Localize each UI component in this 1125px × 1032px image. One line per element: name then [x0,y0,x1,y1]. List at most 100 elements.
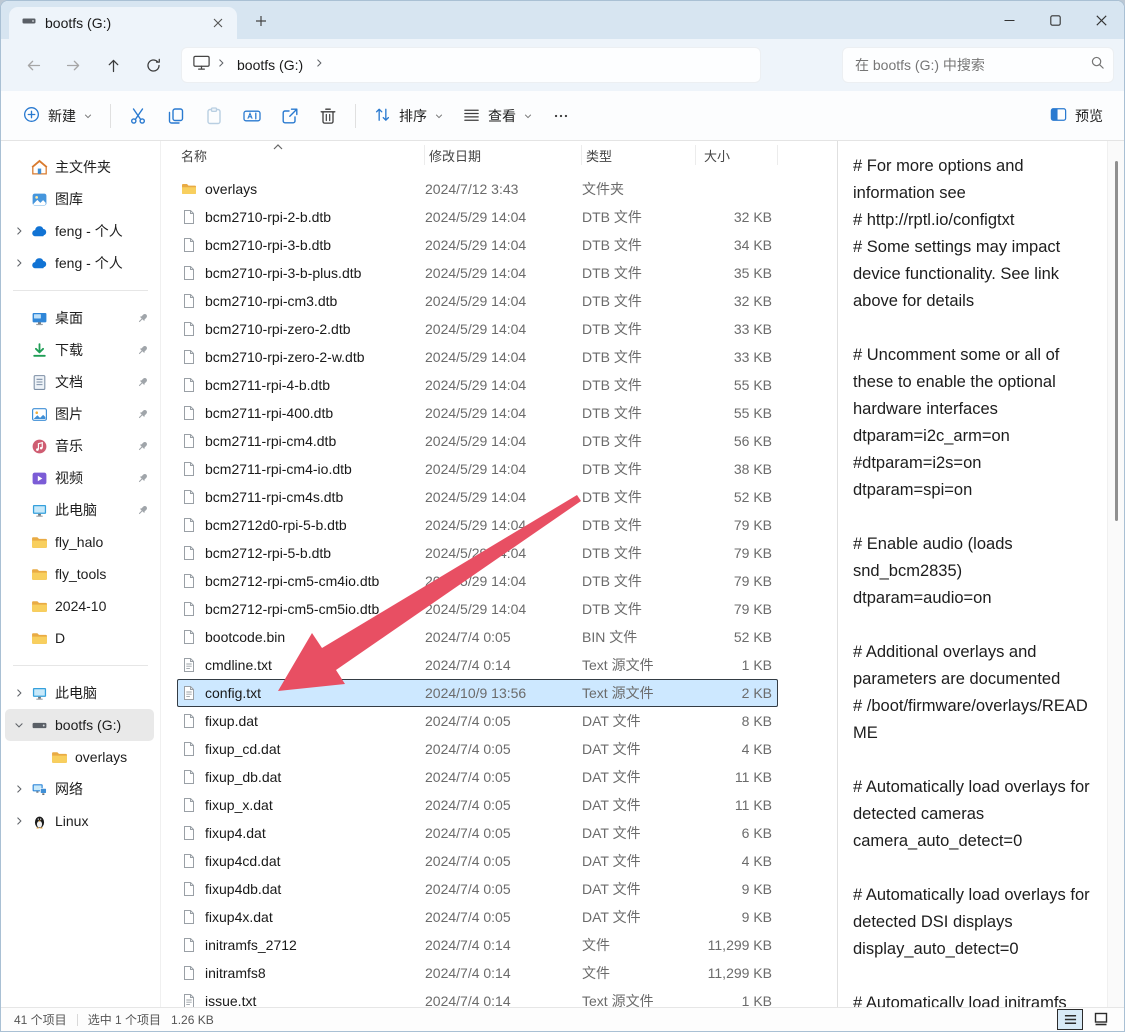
new-tab-button[interactable] [247,7,275,35]
more-button[interactable] [542,98,580,134]
delete-button[interactable] [309,98,347,134]
file-row[interactable]: config.txt2024/10/9 13:56Text 源文件2 KB [177,679,778,707]
column-header-date[interactable]: 修改日期 [425,145,582,165]
share-button[interactable] [271,98,309,134]
search-icon[interactable] [1090,55,1105,75]
file-row[interactable]: issue.txt2024/7/4 0:14Text 源文件1 KB [177,987,778,1007]
file-row[interactable]: bcm2710-rpi-zero-2-w.dtb2024/5/29 14:04D… [177,343,778,371]
sidebar-item-gallery[interactable]: 图库 [5,183,154,215]
file-row[interactable]: fixup4db.dat2024/7/4 0:05DAT 文件9 KB [177,875,778,903]
chevron-right-icon[interactable] [9,783,29,795]
close-button[interactable] [1078,1,1124,39]
breadcrumb[interactable]: bootfs (G:) [181,47,761,83]
paste-button[interactable] [195,98,233,134]
file-row[interactable]: bootcode.bin2024/7/4 0:05BIN 文件52 KB [177,623,778,651]
chevron-right-icon[interactable] [9,815,29,827]
thumbnails-view-toggle[interactable] [1088,1009,1114,1030]
file-date: 2024/5/29 14:04 [425,237,582,253]
file-row[interactable]: bcm2712d0-rpi-5-b.dtb2024/5/29 14:04DTB … [177,511,778,539]
sidebar-item-pc[interactable]: 此电脑 [5,677,154,709]
maximize-button[interactable] [1032,1,1078,39]
file-row[interactable]: fixup4x.dat2024/7/4 0:05DAT 文件9 KB [177,903,778,931]
file-name: bcm2712d0-rpi-5-b.dtb [205,517,347,533]
tab-close-icon[interactable] [207,12,229,34]
sidebar-item-linux[interactable]: Linux [5,805,154,837]
sidebar-item-folder[interactable]: fly_tools [5,558,154,590]
file-row[interactable]: fixup4.dat2024/7/4 0:05DAT 文件6 KB [177,819,778,847]
search-box[interactable] [842,47,1114,83]
sidebar-item-music[interactable]: 音乐 [5,430,154,462]
sort-button[interactable]: 排序 [364,98,453,134]
refresh-button[interactable] [133,47,173,83]
sidebar-item-pc[interactable]: 此电脑 [5,494,154,526]
file-row[interactable]: fixup_db.dat2024/7/4 0:05DAT 文件11 KB [177,763,778,791]
sidebar-item-videos[interactable]: 视频 [5,462,154,494]
preview-scrollbar[interactable] [1107,141,1124,1007]
file-row[interactable]: bcm2712-rpi-cm5-cm4io.dtb2024/5/29 14:04… [177,567,778,595]
minimize-button[interactable] [986,1,1032,39]
sidebar-item-label: feng - 个人 [55,221,154,241]
sidebar-item-pictures[interactable]: 图片 [5,398,154,430]
file-row[interactable]: bcm2711-rpi-cm4s.dtb2024/5/29 14:04DTB 文… [177,483,778,511]
file-row[interactable]: initramfs_27122024/7/4 0:14文件11,299 KB [177,931,778,959]
sidebar-item-document[interactable]: 文档 [5,366,154,398]
sidebar-item-drive[interactable]: bootfs (G:) [5,709,154,741]
file-row[interactable]: fixup_x.dat2024/7/4 0:05DAT 文件11 KB [177,791,778,819]
sidebar-item-onedrive[interactable]: feng - 个人 [5,247,154,279]
file-row[interactable]: bcm2710-rpi-2-b.dtb2024/5/29 14:04DTB 文件… [177,203,778,231]
file-date: 2024/5/29 14:04 [425,433,582,449]
forward-button[interactable] [53,47,93,83]
pin-icon [132,471,154,485]
chevron-down-icon[interactable] [9,719,29,731]
new-button[interactable]: 新建 [13,98,102,134]
column-header-name[interactable]: 名称 [177,145,425,165]
up-button[interactable] [93,47,133,83]
chevron-right-icon[interactable] [9,225,29,237]
scrollbar-thumb[interactable] [1115,161,1118,521]
back-button[interactable] [13,47,53,83]
sidebar-item-folder[interactable]: overlays [5,741,154,773]
sidebar-item-folder[interactable]: fly_halo [5,526,154,558]
file-row[interactable]: cmdline.txt2024/7/4 0:14Text 源文件1 KB [177,651,778,679]
file-row[interactable]: bcm2711-rpi-400.dtb2024/5/29 14:04DTB 文件… [177,399,778,427]
preview-toggle-button[interactable]: 预览 [1040,98,1112,134]
file-row[interactable]: fixup.dat2024/7/4 0:05DAT 文件8 KB [177,707,778,735]
sidebar-item-network[interactable]: 网络 [5,773,154,805]
file-row[interactable]: bcm2711-rpi-cm4-io.dtb2024/5/29 14:04DTB… [177,455,778,483]
file-row[interactable]: overlays2024/7/12 3:43文件夹 [177,175,778,203]
sidebar-item-desktop[interactable]: 桌面 [5,302,154,334]
file-row[interactable]: initramfs82024/7/4 0:14文件11,299 KB [177,959,778,987]
file-date: 2024/5/29 14:04 [425,601,582,617]
column-header-size[interactable]: 大小 [696,145,778,165]
rename-button[interactable] [233,98,271,134]
file-row[interactable]: fixup4cd.dat2024/7/4 0:05DAT 文件4 KB [177,847,778,875]
file-row[interactable]: bcm2712-rpi-cm5-cm5io.dtb2024/5/29 14:04… [177,595,778,623]
chevron-right-icon[interactable] [9,687,29,699]
file-row[interactable]: bcm2710-rpi-3-b-plus.dtb2024/5/29 14:04D… [177,259,778,287]
sidebar-item-home[interactable]: 主文件夹 [5,151,154,183]
column-header-type[interactable]: 类型 [582,145,696,165]
copy-button[interactable] [157,98,195,134]
file-icon [181,321,197,337]
file-row[interactable]: bcm2711-rpi-cm4.dtb2024/5/29 14:04DTB 文件… [177,427,778,455]
breadcrumb-drive[interactable]: bootfs (G:) [231,57,309,73]
file-row[interactable]: bcm2710-rpi-3-b.dtb2024/5/29 14:04DTB 文件… [177,231,778,259]
sidebar-item-folder[interactable]: 2024-10 [5,590,154,622]
file-size: 8 KB [696,713,778,729]
tab-bootfs[interactable]: bootfs (G:) [9,7,237,39]
file-icon [181,629,197,645]
search-input[interactable] [855,57,1090,73]
sidebar-item-download[interactable]: 下载 [5,334,154,366]
sidebar-item-folder[interactable]: D [5,622,154,654]
file-row[interactable]: bcm2712-rpi-5-b.dtb2024/5/29 14:04DTB 文件… [177,539,778,567]
file-row[interactable]: fixup_cd.dat2024/7/4 0:05DAT 文件4 KB [177,735,778,763]
file-row[interactable]: bcm2710-rpi-zero-2.dtb2024/5/29 14:04DTB… [177,315,778,343]
sidebar-item-onedrive[interactable]: feng - 个人 [5,215,154,247]
monitor-icon [192,53,211,77]
details-view-toggle[interactable] [1057,1009,1083,1030]
view-button[interactable]: 查看 [453,98,542,134]
file-row[interactable]: bcm2710-rpi-cm3.dtb2024/5/29 14:04DTB 文件… [177,287,778,315]
chevron-right-icon[interactable] [9,257,29,269]
cut-button[interactable] [119,98,157,134]
file-row[interactable]: bcm2711-rpi-4-b.dtb2024/5/29 14:04DTB 文件… [177,371,778,399]
